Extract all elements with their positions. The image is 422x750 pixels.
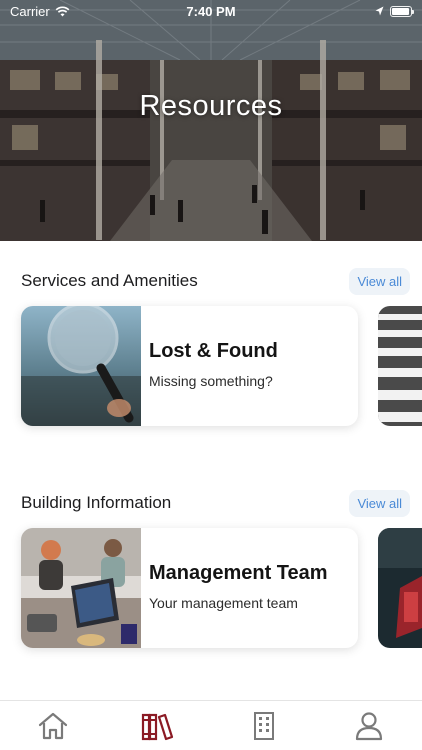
neon-sign-image <box>378 528 422 648</box>
card-image <box>21 306 141 426</box>
tab-resources[interactable] <box>128 702 188 750</box>
location-arrow-icon <box>375 6 384 15</box>
section-title: Building Information <box>21 493 172 512</box>
card-lost-and-found[interactable]: Lost & Found Missing something? <box>21 306 358 426</box>
tab-home[interactable] <box>23 702 83 750</box>
section-title: Services and Amenities <box>21 271 198 290</box>
crosswalk-image <box>378 306 422 426</box>
card-image <box>21 528 141 648</box>
card-subtitle: Your management team <box>149 595 298 611</box>
section-header-services: Services and Amenities View all <box>21 266 410 296</box>
building-icon <box>253 711 274 740</box>
laptop-meeting-icon <box>21 528 141 648</box>
hero-banner: Resources <box>0 0 422 241</box>
tab-building[interactable] <box>234 702 294 750</box>
card-peek-next[interactable] <box>378 306 422 426</box>
tab-bar <box>0 700 422 750</box>
view-all-button[interactable]: View all <box>349 489 410 517</box>
card-title: Management Team <box>149 562 328 584</box>
tab-profile[interactable] <box>339 702 399 750</box>
profile-icon <box>356 711 383 740</box>
wifi-icon <box>55 6 70 16</box>
page-title: Resources <box>139 90 283 122</box>
battery-icon <box>390 5 414 17</box>
card-title: Lost & Found <box>149 340 278 362</box>
view-all-button[interactable]: View all <box>349 267 410 295</box>
books-icon <box>142 713 174 740</box>
magnifying-glass-icon <box>21 306 141 426</box>
card-management-team[interactable]: Management Team Your management team <box>21 528 358 648</box>
home-icon <box>38 712 67 739</box>
carrier-label: Carrier <box>10 3 50 19</box>
section-header-building: Building Information View all <box>21 488 410 518</box>
status-bar: Carrier 7:40 PM <box>0 0 422 22</box>
card-subtitle: Missing something? <box>149 373 273 389</box>
card-peek-next[interactable] <box>378 528 422 648</box>
